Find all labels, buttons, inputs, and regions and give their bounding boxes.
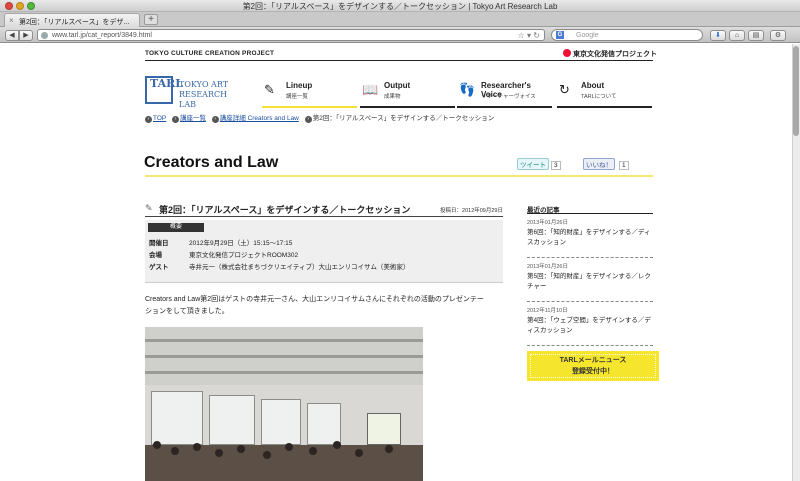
- tweet-widget[interactable]: ツイート 3: [517, 158, 561, 170]
- breadcrumb: › TOP › 講座一覧 › 講座詳細 Creators and Law › 第2回：「…: [145, 112, 494, 123]
- download-icon[interactable]: ⬇: [710, 30, 726, 41]
- header-rule: [145, 60, 653, 61]
- summary-box: 概要 開催日 2012年9月29日（土）15:15〜17:15 会場 東京文化発信プ…: [145, 220, 503, 283]
- web-page: TOKYO CULTURE CREATION PROJECT 東京文化発信プロジ…: [0, 44, 800, 481]
- crumb-arrow-icon: ›: [211, 116, 219, 123]
- bookmark-star-icon[interactable]: ☆ ▾ ↻: [518, 31, 540, 40]
- breadcrumb-detail-link[interactable]: 講座詳細 Creators and Law: [220, 115, 299, 122]
- projector-screen: [367, 413, 401, 445]
- project-logo-icon: [563, 49, 571, 57]
- settings-icon[interactable]: ⚙: [770, 30, 786, 41]
- browser-toolbar: ◀ ▶ www.tarl.jp/cat_report/3849.html ☆ ▾…: [0, 27, 800, 43]
- page-menu-icon[interactable]: ▤: [748, 30, 764, 41]
- breadcrumb-top-link[interactable]: TOP: [153, 115, 166, 122]
- tab-label: 第2回：「リアルスペース」をデザ...: [19, 19, 130, 26]
- summary-row-date: 開催日 2012年9月29日（土）15:15〜17:15: [149, 240, 293, 247]
- crumb-arrow-icon: ›: [171, 116, 179, 123]
- breadcrumb-list-link[interactable]: 講座一覧: [180, 115, 206, 122]
- browser-tab[interactable]: × 第2回：「リアルスペース」をデザ...: [4, 13, 140, 27]
- recent-post-item[interactable]: 2013年01月26日 第5回：「知的財産」をデザインする／レクチャー: [527, 258, 653, 302]
- search-input[interactable]: G Google: [551, 29, 703, 41]
- recent-posts-heading: 最近の記事: [527, 202, 653, 214]
- address-bar[interactable]: www.tarl.jp/cat_report/3849.html ☆ ▾ ↻: [37, 29, 545, 41]
- mail-news-banner[interactable]: TARLメールニュース 登録受付中！: [527, 351, 659, 381]
- article-header: ✎ 第2回：「リアルスペース」をデザインする／トークセッション 投稿日：2012…: [145, 202, 503, 217]
- summary-row-guest: ゲスト 寺井元一（株式会社まちづクリエイティブ）大山エンリコイサム（美術家）: [149, 264, 410, 271]
- summary-tag: 概要: [148, 223, 204, 232]
- nav-researchers-voice[interactable]: 👣 Researcher's Voice リサーチャーヴォイス: [457, 80, 552, 108]
- title-underline: [145, 175, 653, 177]
- article-lead: Creators and Law第2回はゲストの寺井元一さん、大山エンリコイサム…: [145, 296, 484, 315]
- forward-button[interactable]: ▶: [19, 30, 33, 41]
- home-icon[interactable]: ⌂: [729, 30, 745, 41]
- circle-arrow-icon: ↻: [559, 82, 570, 97]
- pencil-icon: ✎: [145, 203, 153, 213]
- recent-post-item[interactable]: 2012年11月10日 第4回：「ウェブ空間」をデザインする／ディスカッション: [527, 302, 653, 346]
- logo-text: TOKYO ART RESEARCH LAB: [179, 80, 229, 109]
- book-icon: 📖: [362, 82, 379, 97]
- footprints-icon: 👣: [459, 82, 476, 97]
- like-button[interactable]: いいね！: [583, 158, 615, 170]
- window-title: 第2回：「リアルスペース」をデザインする／トークセッション | Tokyo Ar…: [242, 2, 558, 11]
- tab-close-icon[interactable]: ×: [9, 16, 14, 25]
- nav-lineup[interactable]: ✎ Lineup 講座一覧: [262, 80, 357, 108]
- tweet-button[interactable]: ツイート: [517, 158, 549, 170]
- google-icon[interactable]: G: [556, 31, 564, 39]
- article-title: 第2回：「リアルスペース」をデザインする／トークセッション: [159, 205, 411, 215]
- project-jp-logo[interactable]: 東京文化発信プロジェクト: [563, 49, 657, 59]
- breadcrumb-current: 第2回：「リアルスペース」をデザインする／トークセッション: [312, 115, 495, 122]
- pencil-icon: ✎: [264, 82, 275, 97]
- window-titlebar: 第2回：「リアルスペース」をデザインする／トークセッション | Tokyo Ar…: [0, 0, 800, 12]
- photo-floor: [145, 445, 423, 481]
- site-logo[interactable]: TARL TOKYO ART RESEARCH LAB: [145, 76, 245, 109]
- crumb-arrow-icon: ›: [145, 116, 152, 123]
- nav-output[interactable]: 📖 Output 成果物: [360, 80, 455, 108]
- project-name: TOKYO CULTURE CREATION PROJECT: [145, 50, 275, 57]
- session-photo: [145, 327, 423, 481]
- like-count: 1: [619, 161, 629, 170]
- page-title: Creators and Law: [144, 154, 279, 171]
- recent-post-item[interactable]: 2013年01月26日 第6回：「知的財産」をデザインする／ディスカッション: [527, 214, 653, 258]
- site-favicon-icon: [41, 32, 48, 39]
- tab-bar: × 第2回：「リアルスペース」をデザ... +: [0, 12, 800, 27]
- scrollbar-thumb[interactable]: [793, 46, 799, 136]
- tweet-count: 3: [551, 161, 561, 170]
- url-text: www.tarl.jp/cat_report/3849.html: [52, 32, 152, 39]
- nav-about[interactable]: ↻ About TARLについて: [557, 80, 652, 108]
- posted-date: 投稿日：2012年09月29日: [440, 208, 503, 214]
- back-button[interactable]: ◀: [5, 30, 19, 41]
- tarl-logo-mark: TARL: [145, 76, 183, 104]
- new-tab-button[interactable]: +: [144, 14, 158, 25]
- crumb-arrow-icon: ›: [304, 116, 312, 123]
- search-placeholder: Google: [576, 32, 599, 39]
- summary-row-venue: 会場 東京文化発信プロジェクトROOM302: [149, 252, 299, 259]
- like-widget[interactable]: いいね！ 1: [583, 158, 629, 170]
